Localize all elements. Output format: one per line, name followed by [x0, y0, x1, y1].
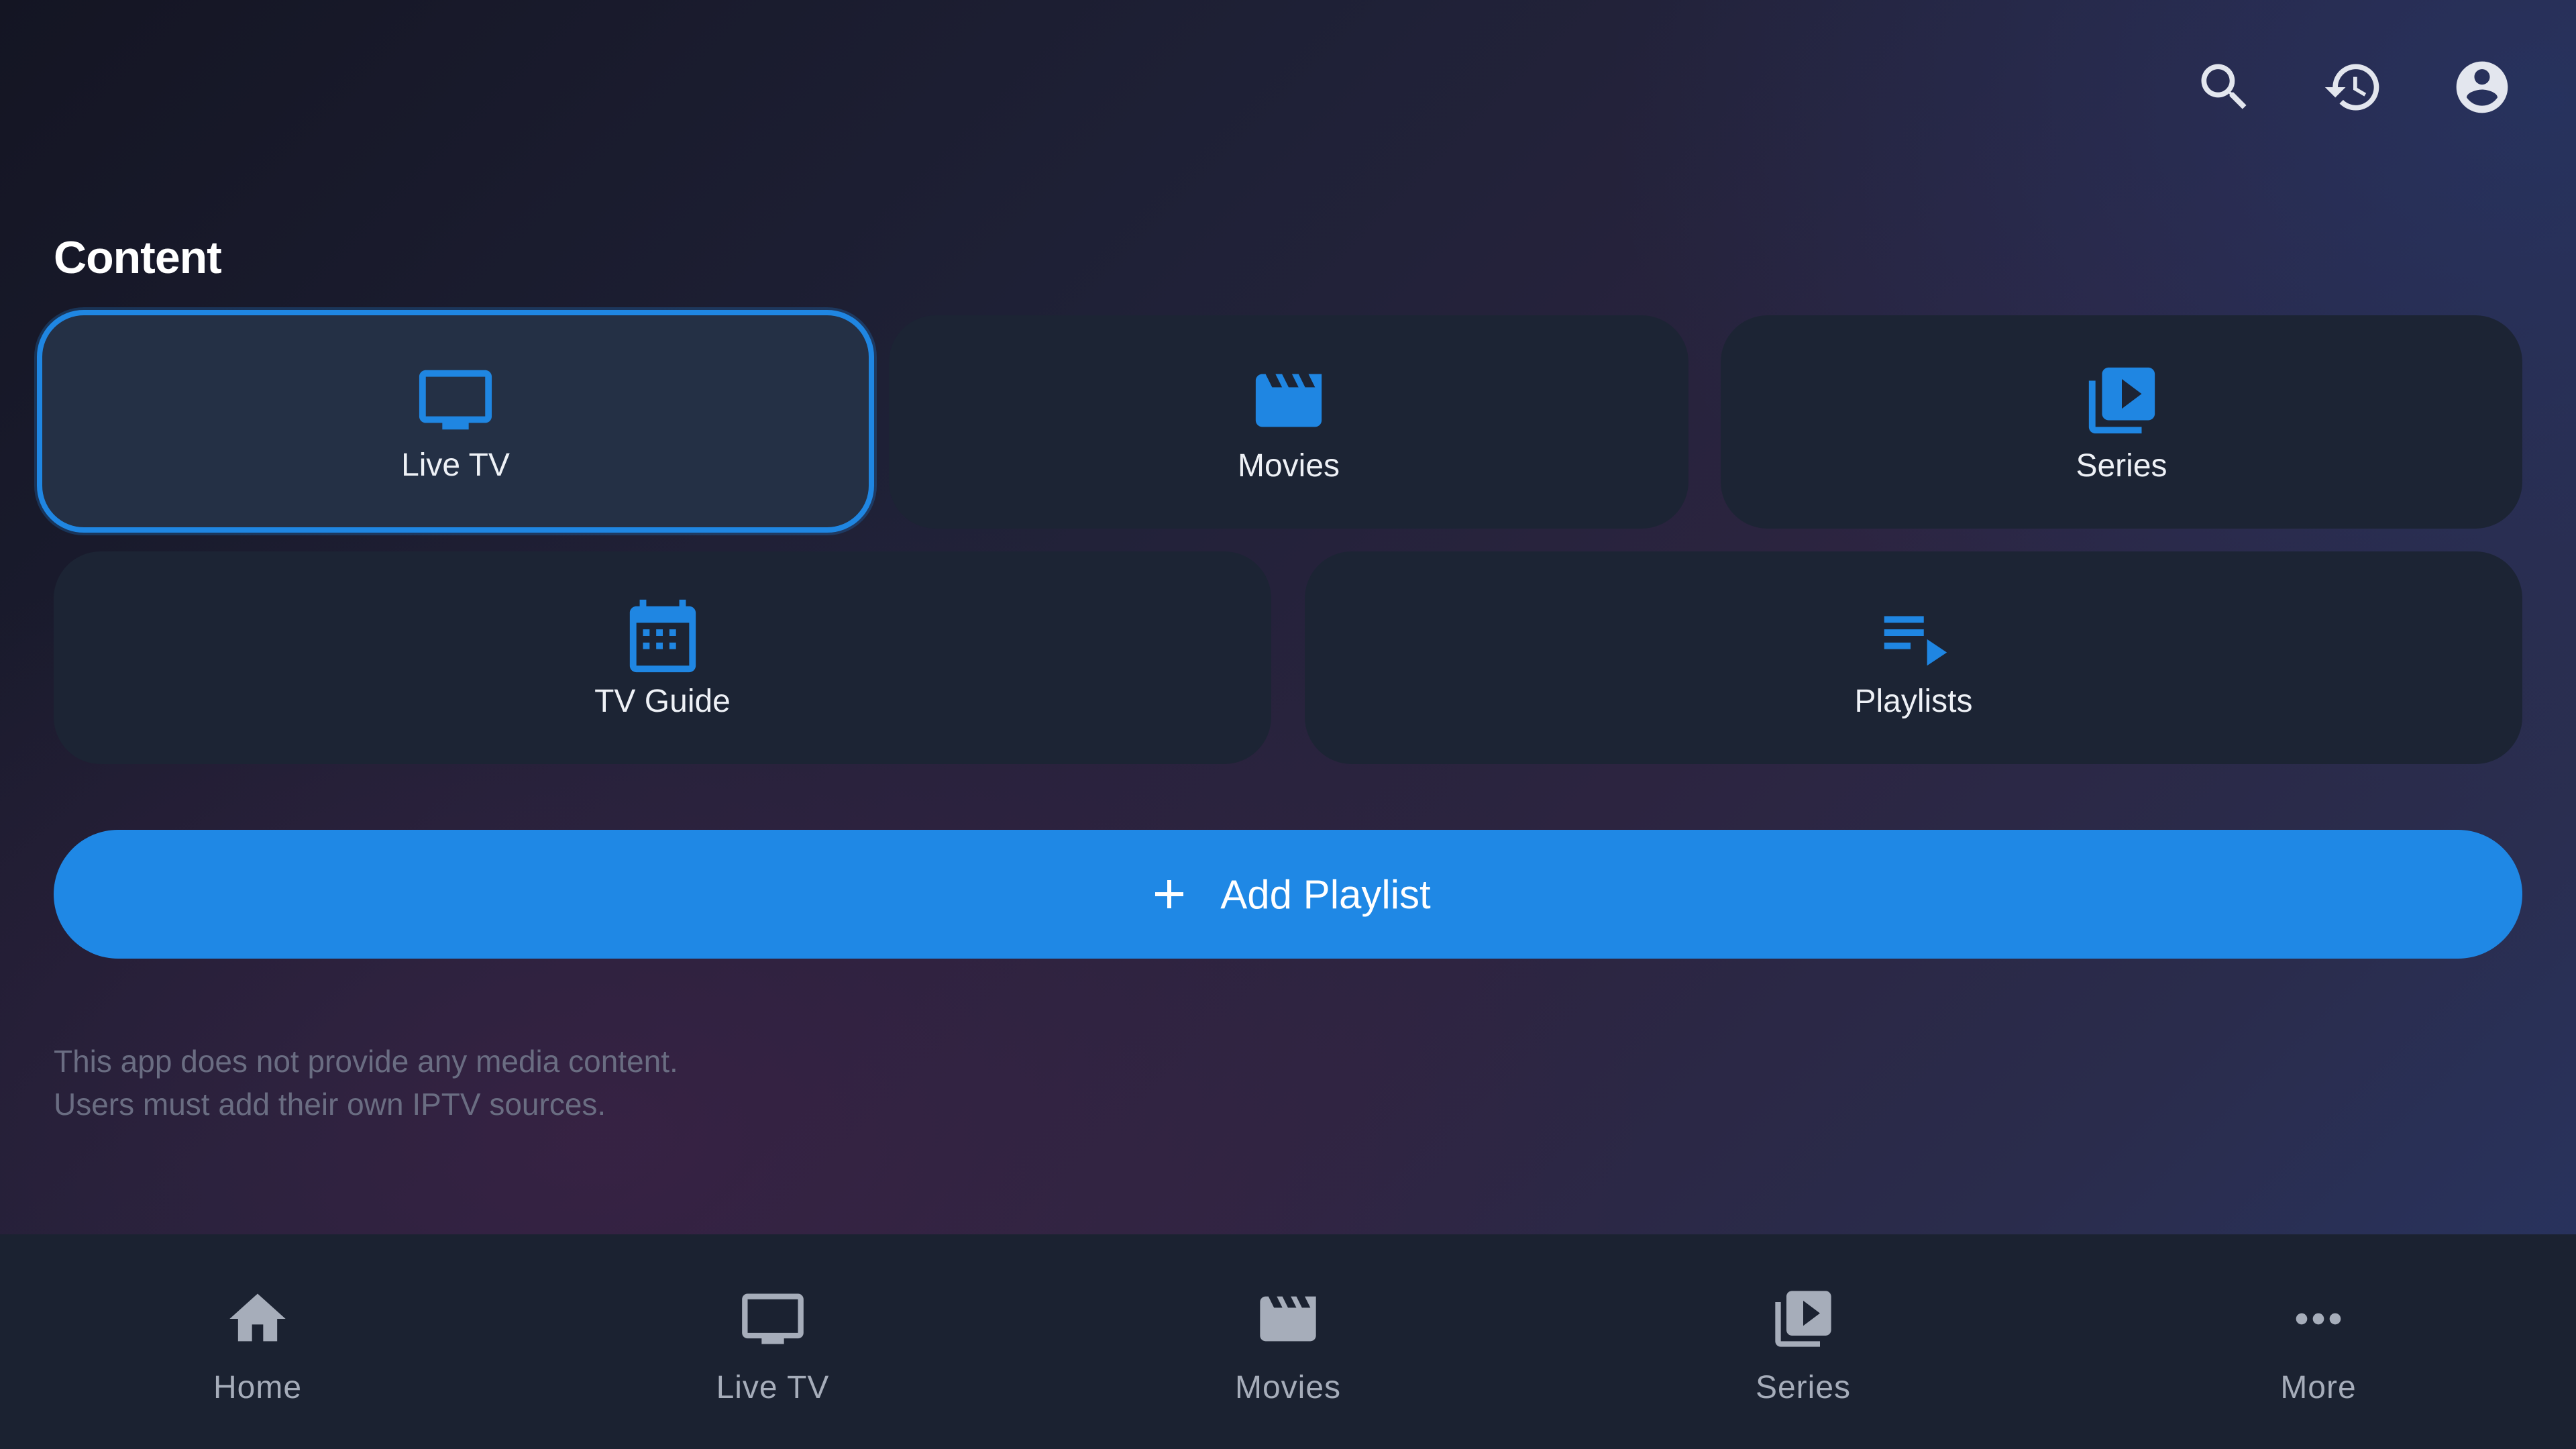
movie-icon — [1248, 360, 1329, 441]
nav-label: More — [2280, 1369, 2357, 1405]
nav-label: Movies — [1234, 1369, 1342, 1405]
nav-label: Home — [213, 1369, 303, 1405]
home-icon — [221, 1282, 294, 1356]
nav-item-series[interactable]: Series — [1546, 1234, 2061, 1449]
plus-icon — [1155, 880, 1184, 908]
nav-item-more[interactable]: More — [2061, 1234, 2576, 1449]
search-icon[interactable] — [2184, 47, 2265, 127]
nav-item-live-tv[interactable]: Live TV — [515, 1234, 1030, 1449]
tile-label: Playlists — [1854, 684, 1973, 719]
add-playlist-button[interactable]: Add Playlist — [54, 830, 2522, 959]
top-actions — [2184, 47, 2522, 127]
calendar-icon — [623, 596, 703, 676]
video-library-icon — [2082, 360, 2162, 441]
movie-icon — [1251, 1282, 1325, 1356]
tile-series[interactable]: Series — [1721, 315, 2522, 529]
add-playlist-label: Add Playlist — [1220, 871, 1431, 917]
bottom-nav: Home Live TV Movies Series More — [0, 1234, 2576, 1449]
tile-label: Series — [2076, 447, 2167, 484]
tile-label: Live TV — [401, 447, 510, 483]
video-library-icon — [1766, 1282, 1840, 1356]
history-icon[interactable] — [2313, 47, 2394, 127]
tile-playlists[interactable]: Playlists — [1305, 551, 2522, 764]
more-horiz-icon — [2282, 1282, 2355, 1356]
nav-label: Series — [1755, 1369, 1851, 1405]
nav-item-home[interactable]: Home — [0, 1234, 515, 1449]
tv-icon — [736, 1282, 810, 1356]
tile-label: TV Guide — [594, 684, 731, 719]
section-title: Content — [54, 232, 222, 283]
disclaimer-line: This app does not provide any media cont… — [54, 1044, 678, 1079]
nav-label: Live TV — [716, 1369, 830, 1405]
tile-tv-guide[interactable]: TV Guide — [54, 551, 1271, 764]
tv-icon — [415, 360, 496, 440]
account-icon[interactable] — [2442, 47, 2522, 127]
tile-movies[interactable]: Movies — [889, 315, 1688, 529]
tile-label: Movies — [1237, 447, 1340, 484]
disclaimer-line: Users must add their own IPTV sources. — [54, 1087, 606, 1122]
playlist-play-icon — [1874, 596, 1954, 676]
nav-item-movies[interactable]: Movies — [1030, 1234, 1546, 1449]
tile-live-tv[interactable]: Live TV — [37, 310, 874, 533]
disclaimer: This app does not provide any media cont… — [54, 1040, 678, 1126]
